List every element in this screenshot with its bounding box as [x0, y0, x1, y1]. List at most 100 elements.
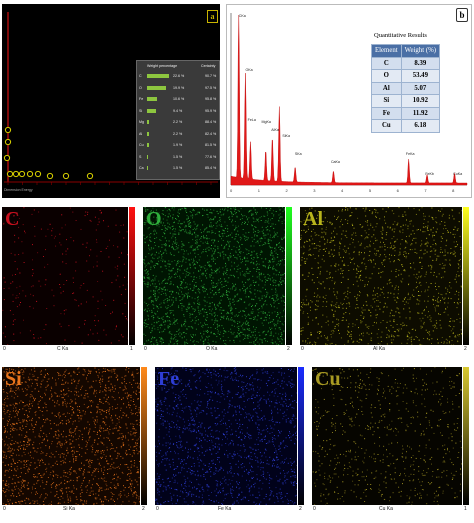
element-map-dots: [2, 207, 128, 345]
peak-marker: [46, 172, 54, 180]
weight-row: Al 2.2 % 82.4 %: [139, 131, 217, 137]
weight-bar: [147, 85, 167, 90]
scale-min-label: 0: [156, 506, 159, 512]
element-map-caption: Si Ka: [63, 506, 75, 512]
qr-row: O 53.49: [371, 69, 441, 83]
x-tick-label: 0: [230, 188, 233, 193]
qr-weight: 5.07: [400, 81, 441, 95]
scale-min-label: 0: [301, 346, 304, 352]
weight-row: O 19.9 % 97.5 %: [139, 85, 217, 91]
qr-col-element: Element: [371, 44, 402, 58]
weight-row-value: 2.2 %: [173, 131, 183, 136]
qr-weight: 11.92: [400, 106, 441, 120]
peak-label: CKa: [239, 14, 246, 18]
peak-marker: [3, 154, 11, 162]
peak-label: FeLa: [248, 118, 256, 122]
weight-row-element: Mg: [139, 120, 144, 124]
weight-row: Ca 1.5 % 85.4 %: [139, 165, 217, 171]
panel-b-label: b: [456, 8, 468, 22]
qr-element: Fe: [371, 106, 402, 120]
weight-row-certainty: 77.6 %: [205, 154, 217, 159]
weight-bar: [147, 131, 150, 136]
scale-min-label: 0: [313, 506, 316, 512]
qr-element: C: [371, 56, 402, 70]
panel-a-label: a: [207, 10, 218, 23]
weight-row-certainty: 95.9 %: [205, 108, 217, 113]
weight-row-value: 19.9 %: [173, 85, 185, 90]
x-tick-label: 6: [397, 188, 400, 193]
scale-max-label: 2: [464, 346, 467, 352]
qr-weight: 10.92: [400, 94, 441, 108]
x-tick-label: 5: [369, 188, 372, 193]
peak-label: FeKb: [425, 172, 434, 176]
element-map-label: Si: [5, 368, 22, 390]
qr-row: Fe 11.92: [371, 106, 441, 120]
element-map-caption: O Ka: [206, 346, 218, 352]
element-map-label: Cu: [315, 368, 341, 390]
peak-label: FeKa: [406, 152, 415, 156]
peak-label: SKa: [295, 152, 302, 156]
weight-row-element: Si: [139, 108, 143, 113]
weight-row: Mg 2.2 % 88.4 %: [139, 119, 217, 125]
weight-row: Si 9.4 % 95.9 %: [139, 108, 217, 114]
peak-marker: [86, 172, 94, 180]
peak-label: SiKa: [282, 134, 290, 138]
peak-marker: [26, 170, 34, 178]
peak-marker: [6, 170, 14, 178]
scale-max-label: 2: [299, 506, 302, 512]
qr-row: Si 10.92: [371, 94, 441, 108]
weight-row-value: 1.9 %: [173, 143, 183, 147]
element-map-label: C: [5, 208, 20, 230]
peak-label: MgKa: [262, 120, 271, 124]
panel-a-spectrum: a Weight percentage Certainty C 22.6 % 90.…: [2, 4, 220, 198]
intensity-scale-bar: [463, 207, 469, 345]
weight-row-element: Fe: [139, 97, 144, 101]
peak-label: OKa: [245, 68, 252, 72]
element-map-dots: [300, 207, 462, 345]
element-map-label: Al: [303, 208, 323, 230]
weight-row-value: 1.5 %: [173, 166, 183, 170]
intensity-scale-bar: [129, 207, 135, 345]
intensity-scale-bar: [141, 367, 147, 505]
weight-row-value: 22.6 %: [173, 74, 185, 78]
weight-bar: [147, 143, 149, 147]
peak-marker: [34, 170, 42, 178]
weight-row: S 1.5 % 77.6 %: [139, 154, 217, 160]
element-map-al: Al: [300, 207, 462, 345]
weight-row-element: C: [139, 74, 142, 78]
weight-row-certainty: 85.4 %: [205, 166, 217, 170]
panel-a-axis-caption: Dimension Energy: [4, 188, 33, 192]
quantitative-results-table: Element Weight (%) C 8.39 O 53.49 Al 5.07 Si 10…: [371, 44, 441, 133]
element-map-fe: Fe: [155, 367, 297, 505]
element-map-caption: Fe Ka: [218, 506, 232, 512]
weight-row-certainty: 81.5 %: [205, 143, 217, 147]
weight-row-certainty: 97.5 %: [205, 85, 217, 90]
peak-marker: [62, 172, 70, 180]
certainty-header: Certainty: [201, 64, 216, 68]
scale-min-label: 0: [144, 346, 147, 352]
intensity-scale-bar: [298, 367, 304, 505]
element-map-label: O: [146, 208, 162, 230]
element-map-dots: [2, 367, 140, 505]
qr-col-weight: Weight (%): [400, 44, 441, 58]
qr-weight: 53.49: [400, 69, 441, 83]
element-map-cu: Cu: [312, 367, 462, 505]
weight-row: Cu 1.9 % 81.5 %: [139, 142, 217, 148]
qr-element: Al: [371, 81, 402, 95]
intensity-scale-bar: [286, 207, 292, 345]
qr-element: Si: [371, 94, 402, 108]
scale-max-label: 2: [287, 346, 290, 352]
weight-row-value: 9.4 %: [173, 108, 183, 113]
element-map-o: O: [143, 207, 285, 345]
x-tick-label: 1: [258, 188, 261, 193]
scale-min-label: 0: [3, 346, 6, 352]
peak-marker: [12, 170, 20, 178]
element-map-caption: Al Ka: [373, 346, 385, 352]
weight-row-certainty: 82.4 %: [205, 131, 217, 136]
scale-min-label: 0: [3, 506, 6, 512]
x-tick-label: 2: [286, 188, 289, 193]
qr-weight: 8.39: [400, 56, 441, 70]
qr-element: O: [371, 69, 402, 83]
weight-row-element: O: [139, 85, 142, 90]
weight-row-element: S: [139, 154, 142, 159]
